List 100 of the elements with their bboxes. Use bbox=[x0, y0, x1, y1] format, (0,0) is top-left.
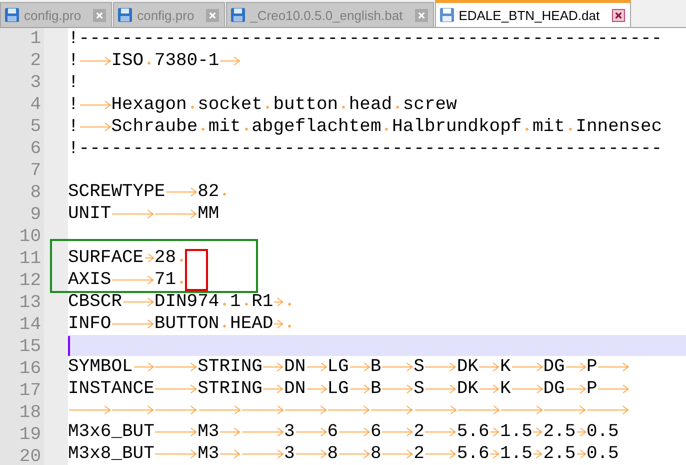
tab-arrow-icon bbox=[284, 405, 328, 416]
code-text: K bbox=[500, 356, 511, 378]
code-text: K bbox=[500, 378, 511, 400]
code-text: 2 bbox=[414, 443, 424, 465]
code-text: 1.5 bbox=[500, 421, 532, 443]
code-text: AXIS bbox=[68, 268, 112, 290]
tab-arrow-icon bbox=[597, 384, 630, 394]
tab-arrow-icon bbox=[294, 449, 328, 459]
tab-arrow-icon bbox=[78, 56, 112, 66]
tab-arrow-icon bbox=[348, 384, 370, 394]
tab-arrow-icon bbox=[414, 405, 457, 416]
code-text: M3x6_BUT bbox=[68, 421, 154, 443]
code-text: M3 bbox=[198, 421, 220, 443]
tab-arrow-icon bbox=[273, 296, 284, 306]
line-number: 12 bbox=[19, 270, 42, 292]
line-number: 9 bbox=[30, 204, 42, 226]
text-caret bbox=[68, 336, 70, 356]
code-text: 6 bbox=[370, 421, 382, 443]
tab-arrow-icon bbox=[240, 405, 284, 416]
code-text: button bbox=[273, 94, 338, 116]
code-text: BUTTON bbox=[154, 312, 220, 334]
code-text: SURFACE bbox=[68, 246, 144, 268]
file-tab[interactable]: _Creo10.0.5.0_english.bat bbox=[226, 2, 434, 27]
tab-arrow-icon bbox=[424, 449, 457, 459]
tab-arrow-icon bbox=[154, 427, 198, 437]
close-icon[interactable] bbox=[612, 8, 625, 22]
code-text: S bbox=[414, 378, 424, 400]
tab-arrow-icon bbox=[198, 405, 241, 416]
line-number: 1 bbox=[30, 28, 42, 50]
code-text: SCREWTYPE bbox=[68, 181, 166, 204]
tab-arrow-icon bbox=[111, 209, 154, 220]
code-text: 28 bbox=[154, 246, 176, 268]
tab-arrow-icon bbox=[78, 100, 112, 110]
tab-arrow-icon bbox=[424, 362, 457, 372]
tab-arrow-icon bbox=[144, 252, 154, 262]
line-number: 3 bbox=[30, 72, 42, 94]
tab-arrow-icon bbox=[306, 362, 328, 372]
tab-arrow-icon bbox=[543, 405, 586, 416]
code-text: 0.5 bbox=[586, 443, 619, 465]
code-text: 5.6 bbox=[456, 421, 490, 443]
tab-arrow-icon bbox=[122, 296, 154, 306]
tab-arrow-icon bbox=[576, 427, 586, 437]
code-text: STRING bbox=[198, 378, 262, 400]
tab-arrow-icon bbox=[154, 209, 198, 220]
line-number: 15 bbox=[19, 336, 42, 358]
line-number: 5 bbox=[30, 116, 42, 138]
code-text: 1.5 bbox=[500, 443, 532, 465]
code-text: 3 bbox=[284, 443, 295, 465]
code-text: ! bbox=[68, 50, 79, 72]
tab-arrow-icon bbox=[154, 449, 198, 459]
tab-arrow-icon bbox=[424, 427, 457, 437]
tab-arrow-icon bbox=[478, 384, 500, 394]
tab-arrow-icon bbox=[381, 449, 414, 459]
code-text: DN bbox=[284, 378, 306, 400]
code-text: HEAD bbox=[230, 312, 274, 334]
tab-arrow-icon bbox=[489, 427, 500, 437]
code-text: ! bbox=[68, 116, 79, 138]
file-tab[interactable]: EDALE_BTN_HEAD.dat bbox=[434, 0, 631, 27]
tab-arrow-icon bbox=[273, 318, 284, 328]
file-tab[interactable]: config.pro bbox=[0, 2, 112, 27]
code-text: mit bbox=[532, 116, 565, 138]
code-text: ! bbox=[68, 72, 79, 94]
tab-arrow-icon bbox=[510, 362, 544, 372]
code-text: 7380-1 bbox=[154, 50, 220, 72]
tab-arrow-icon bbox=[165, 187, 198, 198]
code-text: Halbrundkopf bbox=[392, 116, 522, 138]
line-number: 7 bbox=[30, 160, 42, 182]
code-text: UNIT bbox=[68, 203, 112, 226]
file-tab[interactable]: config.pro bbox=[113, 2, 226, 27]
code-text: INSTANCE bbox=[68, 378, 154, 400]
tab-arrow-icon bbox=[576, 449, 586, 459]
code-text: 71 bbox=[154, 268, 176, 290]
code-text: DG bbox=[543, 356, 565, 378]
tab-arrow-icon bbox=[381, 362, 414, 372]
line-number: 20 bbox=[19, 446, 42, 465]
tab-arrow-icon bbox=[424, 384, 457, 394]
tab-arrow-icon bbox=[532, 449, 544, 459]
tab-arrow-icon bbox=[510, 384, 544, 394]
code-text: mit bbox=[208, 116, 241, 138]
code-text: SYMBOL bbox=[68, 356, 133, 378]
code-text: screw bbox=[402, 94, 457, 116]
line-number: 4 bbox=[30, 94, 42, 116]
tab-arrow-icon bbox=[219, 56, 241, 66]
line-number: 8 bbox=[30, 182, 42, 204]
code-text: 2 bbox=[414, 421, 424, 443]
line-number: 17 bbox=[19, 380, 42, 402]
line-number: 10 bbox=[19, 226, 42, 248]
code-text: 6 bbox=[327, 421, 338, 443]
code-text: socket bbox=[198, 94, 262, 116]
line-number: 13 bbox=[19, 292, 42, 314]
tab-arrow-icon bbox=[68, 405, 112, 416]
tab-arrow-icon bbox=[500, 405, 544, 416]
tab-arrow-icon bbox=[348, 362, 370, 372]
code-text: MM bbox=[198, 203, 220, 226]
code-text: Schraube bbox=[111, 116, 198, 138]
code-text: LG bbox=[327, 378, 349, 400]
code-text: P bbox=[586, 356, 598, 378]
code-text: DN bbox=[284, 356, 306, 378]
code-text: R1 bbox=[252, 290, 274, 312]
line-number: 2 bbox=[30, 50, 42, 72]
